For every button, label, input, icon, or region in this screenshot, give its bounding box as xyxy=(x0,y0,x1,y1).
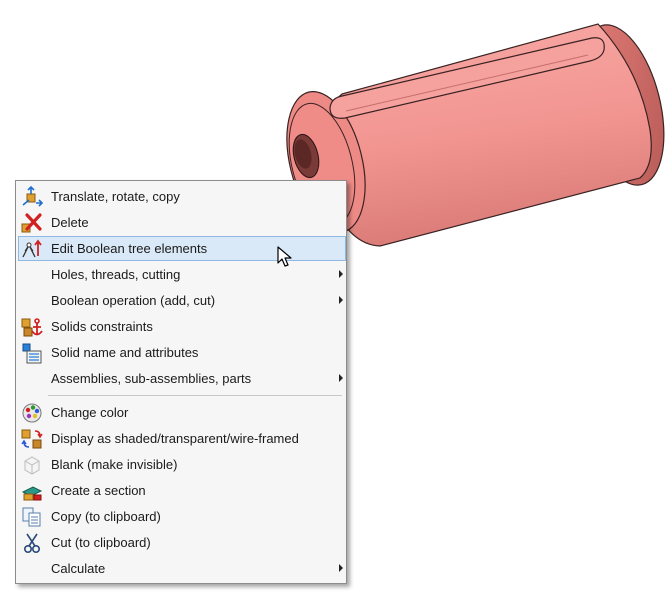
solid-attributes-icon xyxy=(21,342,43,364)
menu-item-edit-boolean-tree[interactable]: Edit Boolean tree elements xyxy=(18,236,346,261)
menu-item-solid-name-attributes[interactable]: Solid name and attributes xyxy=(18,340,346,365)
translate-icon xyxy=(21,186,43,208)
submenu-arrow-icon xyxy=(339,374,343,382)
menu-item-boolean-operation[interactable]: Boolean operation (add, cut) xyxy=(18,288,346,313)
menu-item-label: Display as shaded/transparent/wire-frame… xyxy=(51,431,299,446)
menu-item-label: Create a section xyxy=(51,483,146,498)
menu-item-label: Boolean operation (add, cut) xyxy=(51,293,216,308)
mouse-pointer-icon xyxy=(277,246,292,267)
boolean-tree-icon xyxy=(21,238,43,260)
scissors-icon xyxy=(21,532,43,554)
display-mode-icon xyxy=(21,428,43,450)
menu-item-cut[interactable]: Cut (to clipboard) xyxy=(18,530,346,555)
menu-item-holes-threads-cutting[interactable]: Holes, threads, cutting xyxy=(18,262,346,287)
menu-separator xyxy=(48,395,342,396)
color-palette-icon xyxy=(21,402,43,424)
section-icon xyxy=(21,480,43,502)
submenu-arrow-icon xyxy=(339,270,343,278)
menu-item-assemblies[interactable]: Assemblies, sub-assemblies, parts xyxy=(18,366,346,391)
copy-icon xyxy=(21,506,43,528)
menu-item-blank[interactable]: Blank (make invisible) xyxy=(18,452,346,477)
submenu-arrow-icon xyxy=(339,296,343,304)
menu-item-change-color[interactable]: Change color xyxy=(18,400,346,425)
menu-item-label: Solid name and attributes xyxy=(51,345,199,360)
menu-item-label: Calculate xyxy=(51,561,106,576)
menu-item-label: Holes, threads, cutting xyxy=(51,267,181,282)
anchor-constraint-icon xyxy=(21,316,43,338)
menu-item-label: Cut (to clipboard) xyxy=(51,535,151,550)
menu-item-solids-constraints[interactable]: Solids constraints xyxy=(18,314,346,339)
submenu-arrow-icon xyxy=(339,564,343,572)
context-menu: Translate, rotate, copy Delete Edit Bool… xyxy=(15,180,347,584)
menu-item-copy[interactable]: Copy (to clipboard) xyxy=(18,504,346,529)
menu-item-translate-rotate-copy[interactable]: Translate, rotate, copy xyxy=(18,184,346,209)
delete-x-icon xyxy=(21,212,43,234)
menu-item-calculate[interactable]: Calculate xyxy=(18,556,346,581)
menu-item-label: Change color xyxy=(51,405,129,420)
menu-item-label: Solids constraints xyxy=(51,319,153,334)
menu-item-create-section[interactable]: Create a section xyxy=(18,478,346,503)
menu-item-label: Edit Boolean tree elements xyxy=(51,241,208,256)
menu-item-label: Copy (to clipboard) xyxy=(51,509,161,524)
menu-item-label: Assemblies, sub-assemblies, parts xyxy=(51,371,252,386)
menu-item-label: Blank (make invisible) xyxy=(51,457,178,472)
menu-item-delete[interactable]: Delete xyxy=(18,210,346,235)
blank-cube-icon xyxy=(21,454,43,476)
menu-item-label: Delete xyxy=(51,215,89,230)
menu-item-display-mode[interactable]: Display as shaded/transparent/wire-frame… xyxy=(18,426,346,451)
menu-item-label: Translate, rotate, copy xyxy=(51,189,180,204)
